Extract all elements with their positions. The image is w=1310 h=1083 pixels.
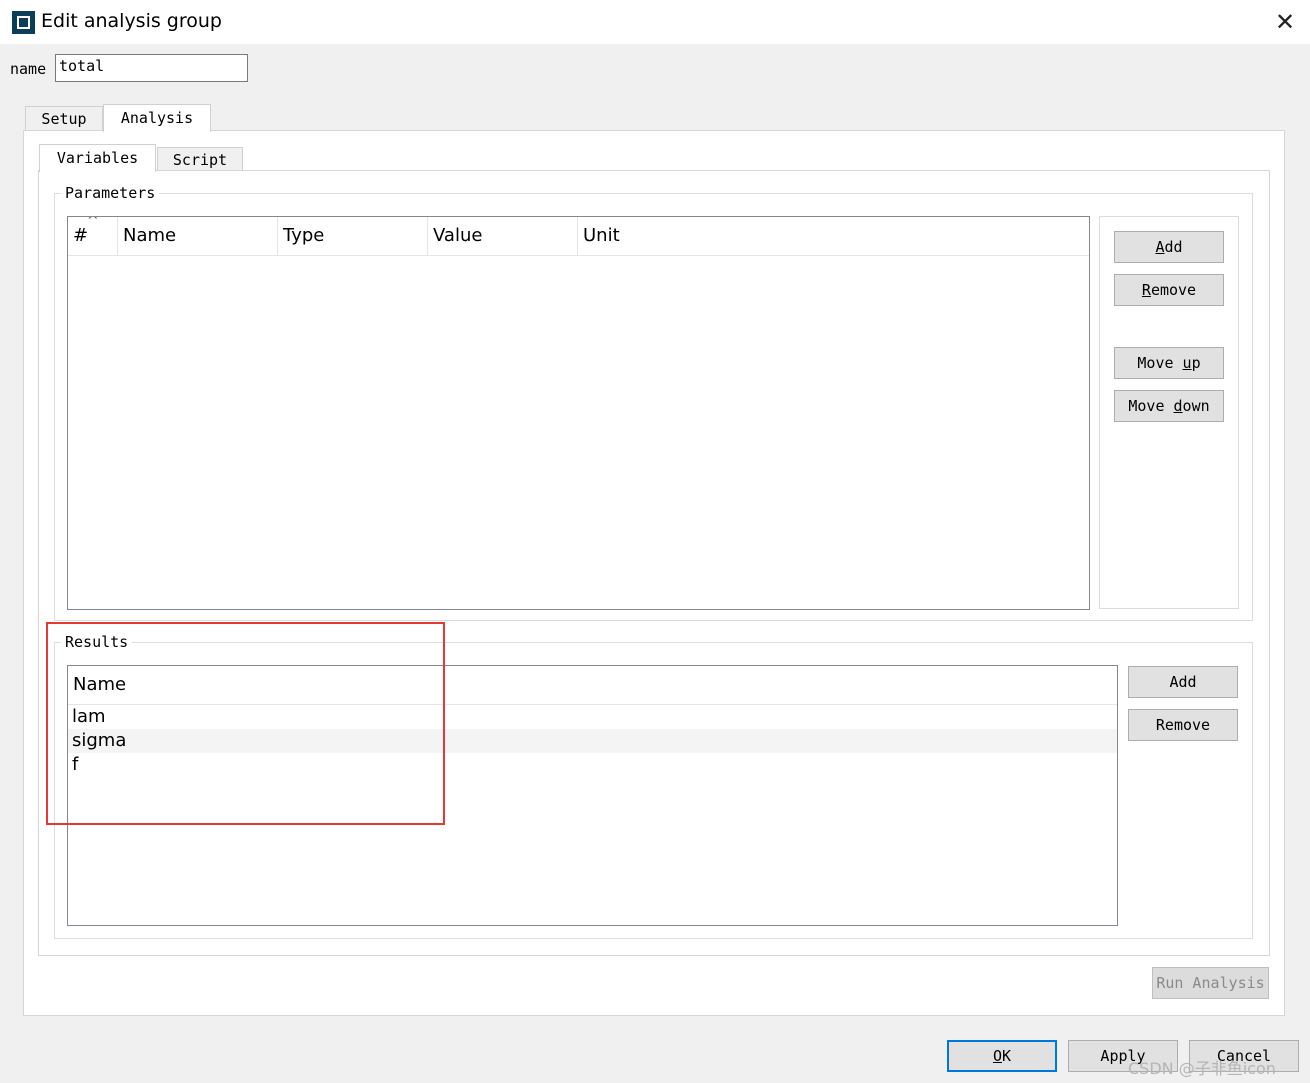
move-down-label-rest: own (1182, 397, 1210, 415)
results-remove-button[interactable]: Remove (1128, 709, 1238, 741)
highlight-box (46, 622, 445, 825)
column-header-type[interactable]: Type (278, 217, 428, 255)
column-header-name[interactable]: Name (118, 217, 278, 255)
tab-setup[interactable]: Setup (25, 106, 103, 130)
close-icon[interactable]: ✕ (1270, 6, 1300, 38)
name-input[interactable]: total (55, 54, 248, 82)
window-title: Edit analysis group (41, 10, 222, 32)
parameters-add-button-rest: dd (1164, 238, 1183, 256)
parameters-group-title: Parameters (61, 184, 160, 202)
sort-ascending-icon: ^ (87, 216, 99, 229)
column-header-unit[interactable]: Unit (578, 217, 1089, 255)
parameters-table[interactable]: # ^ Name Type Value Unit (67, 216, 1090, 610)
tab-analysis[interactable]: Analysis (103, 104, 211, 132)
name-label: name (10, 60, 47, 78)
parameters-move-up-button[interactable]: Move up (1114, 347, 1224, 379)
tab-script[interactable]: Script (157, 147, 243, 171)
watermark-text: CSDN @子非鱼icon (1128, 1059, 1276, 1078)
tab-variables[interactable]: Variables (39, 144, 156, 172)
ok-button-rest: K (1002, 1047, 1012, 1065)
parameters-add-button[interactable]: Add (1114, 231, 1224, 263)
column-header-number-label: # (73, 225, 89, 246)
results-add-button[interactable]: Add (1128, 666, 1238, 698)
column-header-value[interactable]: Value (428, 217, 578, 255)
app-icon (12, 11, 35, 34)
move-up-label-rest: p (1191, 354, 1201, 372)
move-down-label-part: Move (1128, 397, 1174, 415)
parameters-table-header: # ^ Name Type Value Unit (68, 217, 1089, 256)
parameters-move-down-button[interactable]: Move down (1114, 390, 1224, 422)
parameters-remove-button[interactable]: Remove (1114, 274, 1224, 306)
parameters-remove-button-rest: emove (1150, 281, 1197, 299)
move-up-label-part: Move (1137, 354, 1183, 372)
run-analysis-button[interactable]: Run Analysis (1152, 967, 1269, 999)
ok-button[interactable]: OK (947, 1040, 1057, 1072)
